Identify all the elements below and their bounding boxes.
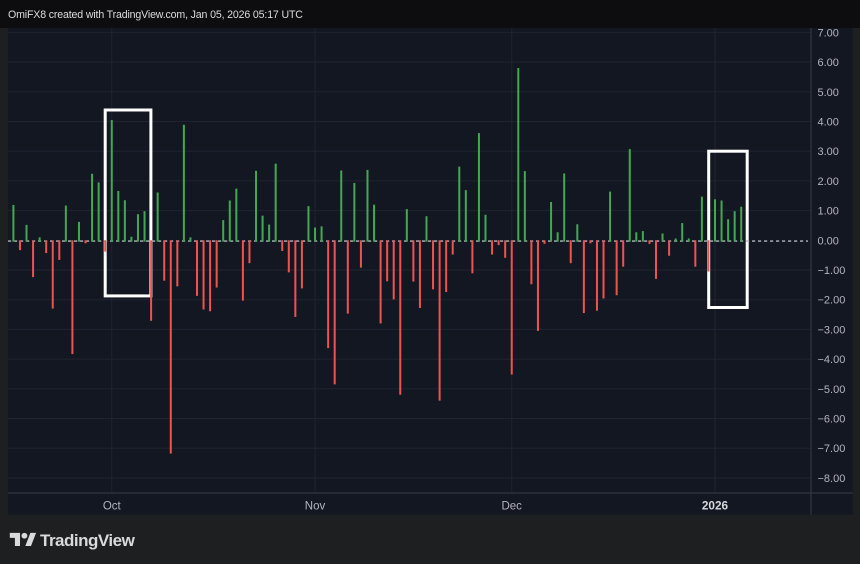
svg-text:Dec: Dec <box>501 501 522 513</box>
svg-text:7.00: 7.00 <box>818 27 839 39</box>
svg-text:−3.00: −3.00 <box>818 324 846 336</box>
svg-text:0.00: 0.00 <box>818 235 839 247</box>
svg-text:5.00: 5.00 <box>818 87 839 99</box>
svg-text:3.00: 3.00 <box>818 146 839 158</box>
svg-text:2.00: 2.00 <box>818 176 839 188</box>
svg-text:−2.00: −2.00 <box>818 295 846 307</box>
svg-text:6.00: 6.00 <box>818 57 839 69</box>
svg-text:−5.00: −5.00 <box>818 384 846 396</box>
svg-text:Oct: Oct <box>103 501 122 513</box>
svg-text:−7.00: −7.00 <box>818 443 846 455</box>
svg-text:−4.00: −4.00 <box>818 354 846 366</box>
svg-text:−1.00: −1.00 <box>818 265 846 277</box>
svg-text:−6.00: −6.00 <box>818 414 846 426</box>
svg-text:2026: 2026 <box>702 499 729 513</box>
svg-text:1.00: 1.00 <box>818 206 839 218</box>
svg-text:TradingView: TradingView <box>40 531 136 550</box>
svg-text:Nov: Nov <box>305 501 326 513</box>
svg-text:4.00: 4.00 <box>818 117 839 129</box>
svg-text:OmiFX8 created with TradingVie: OmiFX8 created with TradingView.com, Jan… <box>8 9 303 21</box>
svg-text:−8.00: −8.00 <box>818 473 846 485</box>
